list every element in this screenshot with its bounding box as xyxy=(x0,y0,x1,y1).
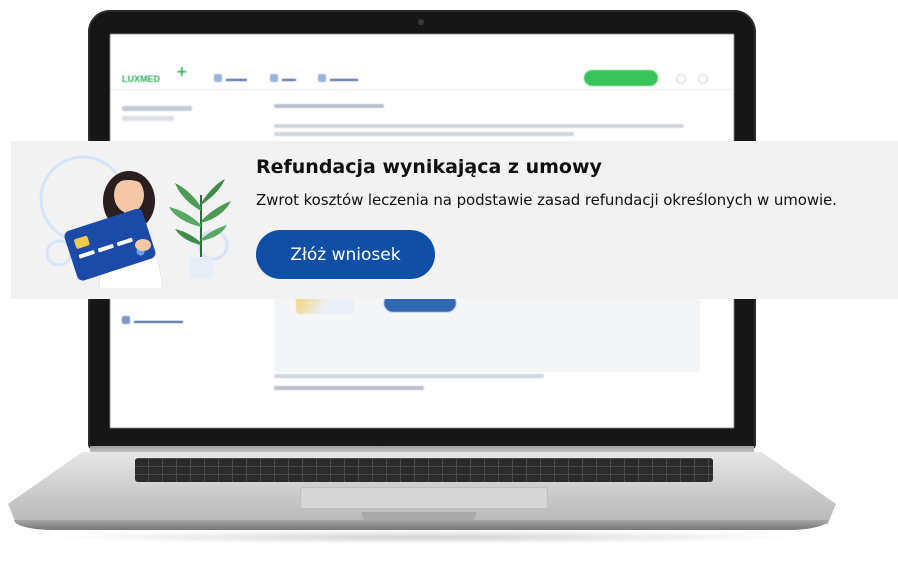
banner-title: Refundacja wynikająca z umowy xyxy=(256,156,602,178)
hand xyxy=(135,239,151,251)
sidebar-icon xyxy=(122,316,130,324)
nav-icon xyxy=(270,74,278,82)
content-line xyxy=(274,374,544,378)
app-header: LUXMED + ▬▬▬ ▬▬ ▬▬▬▬ xyxy=(110,34,734,90)
sidebar-line xyxy=(122,106,192,111)
trackpad xyxy=(300,487,548,509)
nav-item-blurred[interactable]: ▬▬▬▬ xyxy=(318,74,358,83)
keyboard xyxy=(135,458,713,482)
sidebar-line xyxy=(122,116,174,121)
refund-banner: Refundacja wynikająca z umowy Zwrot kosz… xyxy=(11,141,898,299)
webcam-icon xyxy=(418,19,424,25)
laptop-front-edge xyxy=(14,520,828,530)
sidebar-item-blurred[interactable]: ▬▬▬▬▬▬▬ xyxy=(122,316,183,325)
content-line xyxy=(274,132,574,136)
banner-description: Zwrot kosztów leczenia na podstawie zasa… xyxy=(256,191,837,209)
content-line xyxy=(274,124,684,128)
bell-icon[interactable] xyxy=(676,74,686,84)
content-line xyxy=(274,104,384,108)
nav-item-blurred[interactable]: ▬▬▬ xyxy=(214,74,247,83)
woman-holding-card-illustration xyxy=(39,155,231,289)
laptop-shadow xyxy=(40,530,810,544)
nav-item-blurred[interactable]: ▬▬ xyxy=(270,74,296,83)
app-logo: LUXMED xyxy=(122,74,160,84)
content-line xyxy=(274,386,424,390)
plant-icon xyxy=(169,179,231,279)
nav-icon xyxy=(214,74,222,82)
submit-application-button[interactable]: Złóż wniosek xyxy=(256,230,435,279)
logo-plus-icon: + xyxy=(176,64,188,80)
nav-icon xyxy=(318,74,326,82)
appointment-cta-button[interactable] xyxy=(584,70,658,86)
user-icon[interactable] xyxy=(698,74,708,84)
